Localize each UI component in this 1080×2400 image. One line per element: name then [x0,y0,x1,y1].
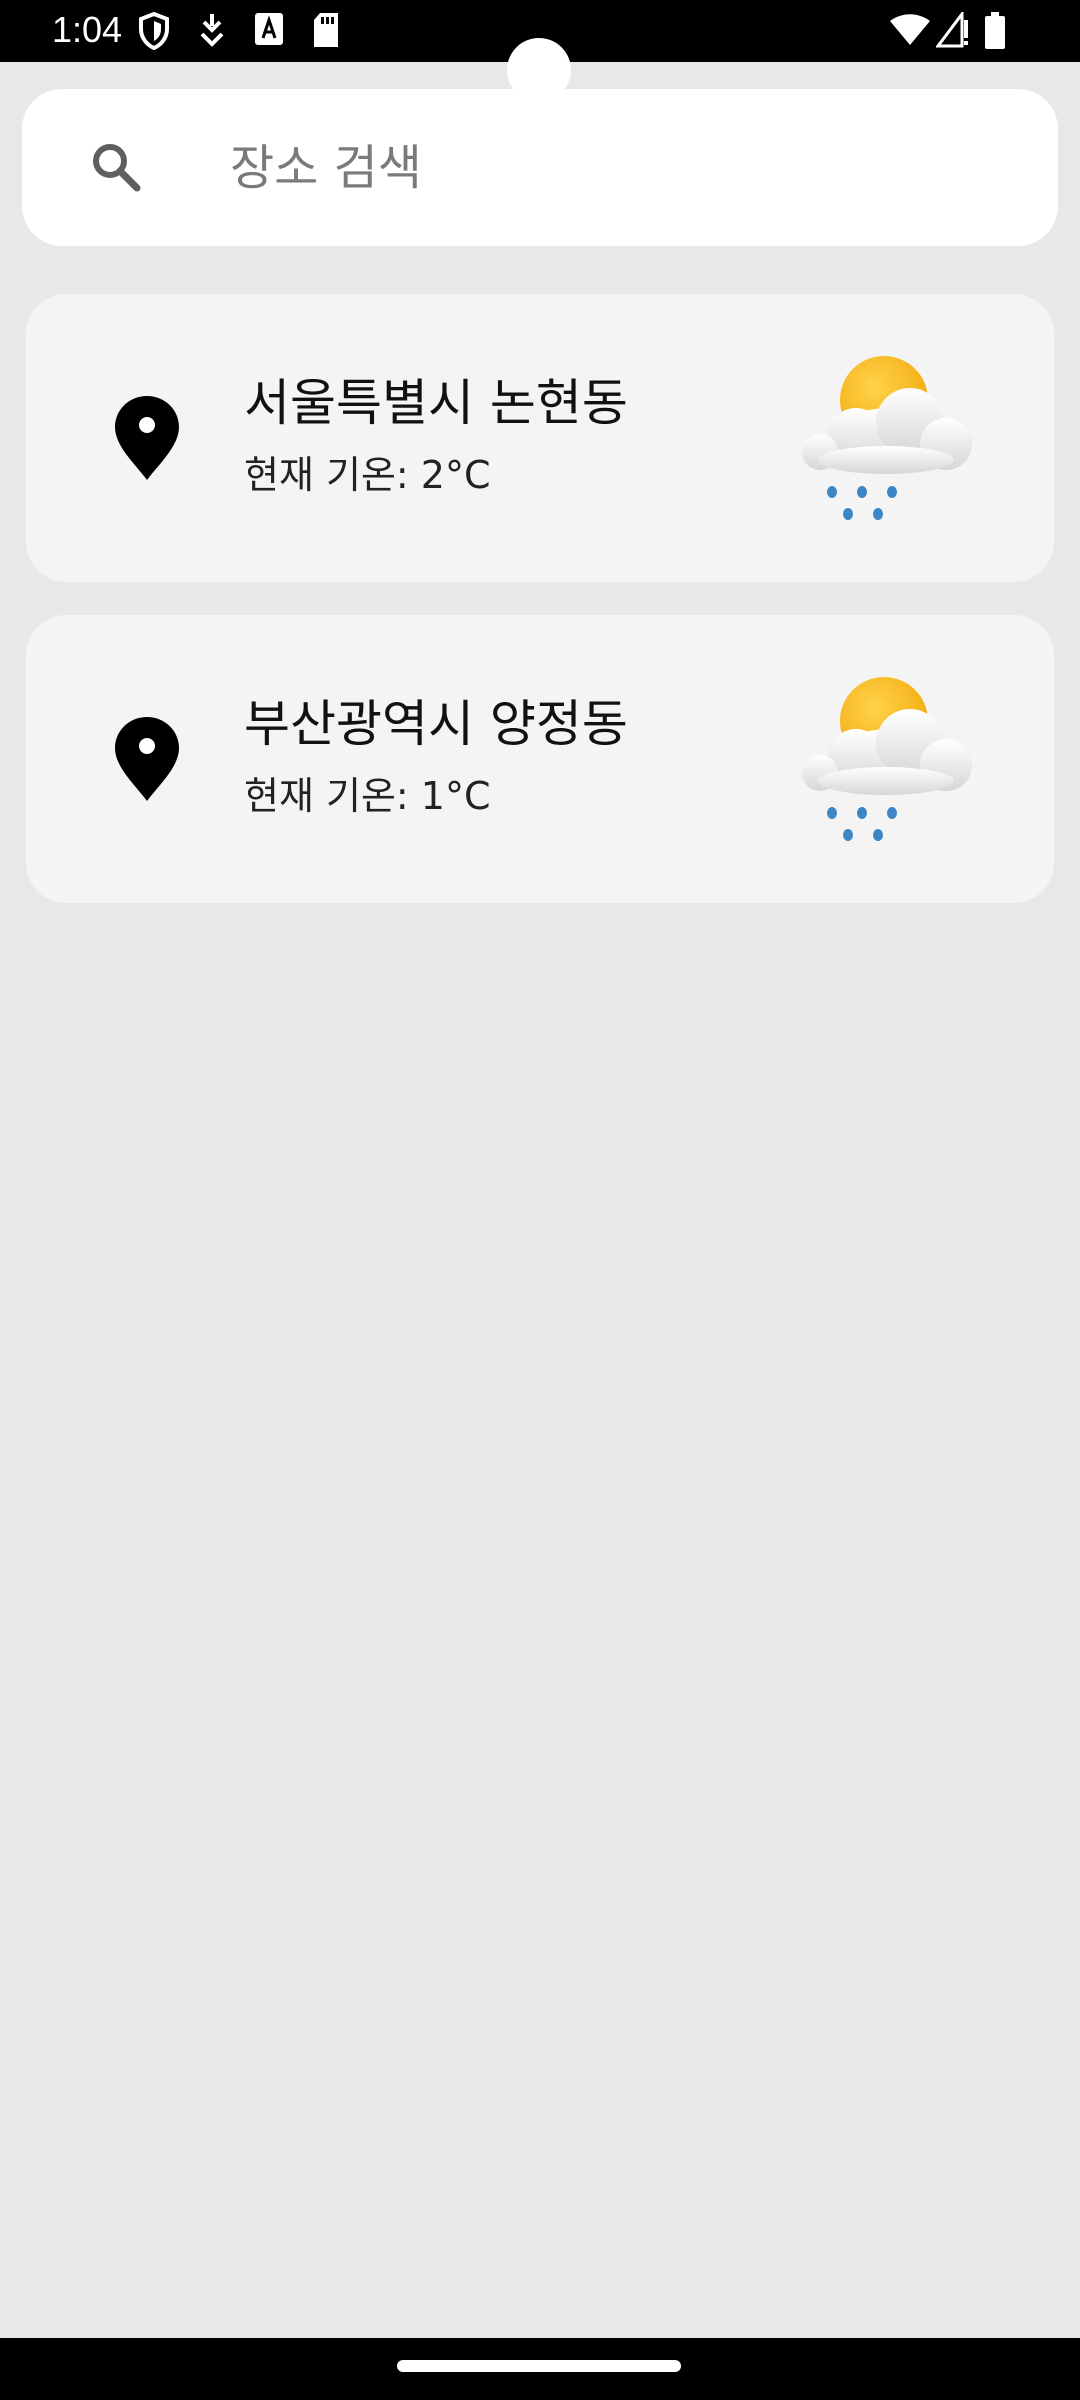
location-card[interactable]: 부산광역시 양정동 현재 기온: 1°C [26,615,1054,903]
shield-icon [139,12,169,50]
home-indicator[interactable] [397,2360,681,2372]
navigation-bar [0,2338,1080,2400]
location-card[interactable]: 서울특별시 논현동 현재 기온: 2°C [26,294,1054,582]
location-name: 부산광역시 양정동 [244,695,628,753]
location-name: 서울특별시 논현동 [244,374,628,432]
sd-card-icon [314,13,338,47]
search-icon[interactable] [88,139,144,195]
location-temperature: 현재 기온: 1°C [244,774,491,818]
location-pin-icon [115,396,179,480]
sun-cloud-rain-icon [802,677,972,841]
text-a-icon [255,13,283,45]
search-bar[interactable] [22,89,1058,246]
location-pin-icon [115,717,179,801]
search-input[interactable] [230,125,1010,211]
location-temperature: 현재 기온: 2°C [244,453,491,497]
sun-cloud-rain-icon [802,356,972,520]
battery-icon [985,12,1005,49]
status-time: 1:04 [52,9,123,50]
wifi-icon [890,14,930,45]
download-arrow-icon [200,14,224,47]
signal-icon [936,12,968,48]
